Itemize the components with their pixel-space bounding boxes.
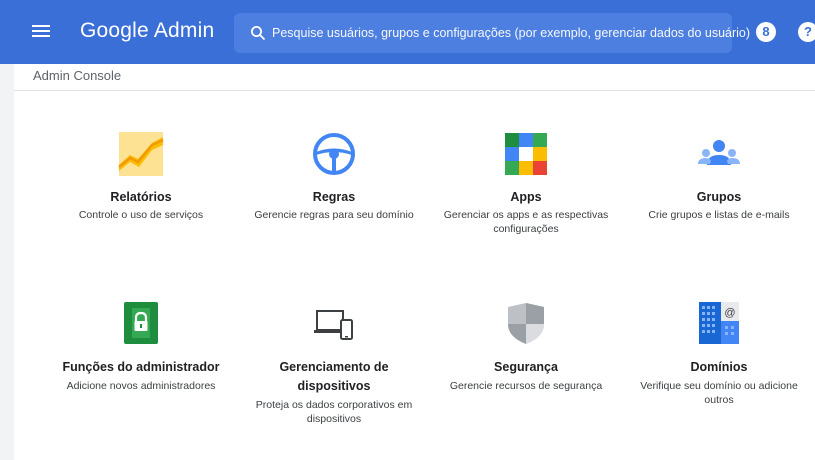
card-domains-title: Domínios xyxy=(690,360,748,374)
card-admin-roles-title: Funções do administrador xyxy=(62,360,220,374)
card-apps-title: Apps xyxy=(510,190,542,204)
shield-icon xyxy=(508,303,544,344)
card-rules[interactable]: Regras Gerencie regras para seu domínio xyxy=(249,131,419,222)
card-domains[interactable]: @ Domínios Verifique seu domínio ou adic… xyxy=(634,300,804,407)
help-icon[interactable]: ? xyxy=(798,22,815,42)
card-security-desc: Gerencie recursos de segurança xyxy=(449,380,603,392)
card-reports-title: Relatórios xyxy=(110,190,172,204)
card-apps-desc: Gerenciar os apps e as respectivas confi… xyxy=(443,209,609,235)
search-icon xyxy=(251,26,266,41)
google-admin-logo[interactable]: Google Admin xyxy=(80,19,214,43)
card-rules-desc: Gerencie regras para seu domínio xyxy=(254,209,414,221)
card-reports[interactable]: Relatórios Controle o uso de serviços xyxy=(56,131,226,222)
support-icon[interactable]: 8 xyxy=(756,22,776,42)
card-devices-title: Gerenciamento de dispositivos xyxy=(279,360,389,393)
breadcrumb: Admin Console xyxy=(14,64,815,91)
domains-icon: @ xyxy=(699,302,739,344)
top-bar: Google Admin Pesquise usuários, grupos e… xyxy=(0,0,815,64)
card-security-title: Segurança xyxy=(494,360,558,374)
card-security[interactable]: Segurança Gerencie recursos de segurança xyxy=(441,300,611,393)
card-rules-title: Regras xyxy=(312,190,356,204)
card-apps[interactable]: Apps Gerenciar os apps e as respectivas … xyxy=(441,131,611,236)
logo-admin-text: Admin xyxy=(153,19,215,42)
lock-icon xyxy=(124,302,158,344)
groups-icon xyxy=(698,140,740,165)
search-placeholder: Pesquise usuários, grupos e configuraçõe… xyxy=(272,26,751,40)
dashboard-cards: Relatórios Controle o uso de serviços Re… xyxy=(14,91,815,460)
card-domains-desc: Verifique seu domínio ou adicione outros xyxy=(640,380,798,406)
search-input[interactable]: Pesquise usuários, grupos e configuraçõe… xyxy=(234,13,750,53)
reports-icon xyxy=(118,132,164,176)
apps-grid-icon xyxy=(505,133,547,175)
devices-icon xyxy=(314,310,353,340)
card-groups[interactable]: Grupos Crie grupos e listas de e-mails xyxy=(634,131,804,222)
logo-google-text: Google xyxy=(80,19,149,42)
card-reports-desc: Controle o uso de serviços xyxy=(78,209,204,221)
card-groups-desc: Crie grupos e listas de e-mails xyxy=(648,209,790,221)
steering-wheel-icon xyxy=(313,133,355,175)
svg-text:@: @ xyxy=(724,307,735,319)
card-devices-desc: Proteja os dados corporativos em disposi… xyxy=(255,399,413,425)
card-admin-roles[interactable]: Funções do administrador Adicione novos … xyxy=(56,300,226,393)
card-admin-roles-desc: Adicione novos administradores xyxy=(66,380,216,392)
menu-icon[interactable] xyxy=(32,22,50,42)
breadcrumb-admin-console[interactable]: Admin Console xyxy=(33,68,121,83)
card-groups-title: Grupos xyxy=(696,190,742,204)
card-devices[interactable]: Gerenciamento de dispositivos Proteja os… xyxy=(249,300,419,426)
